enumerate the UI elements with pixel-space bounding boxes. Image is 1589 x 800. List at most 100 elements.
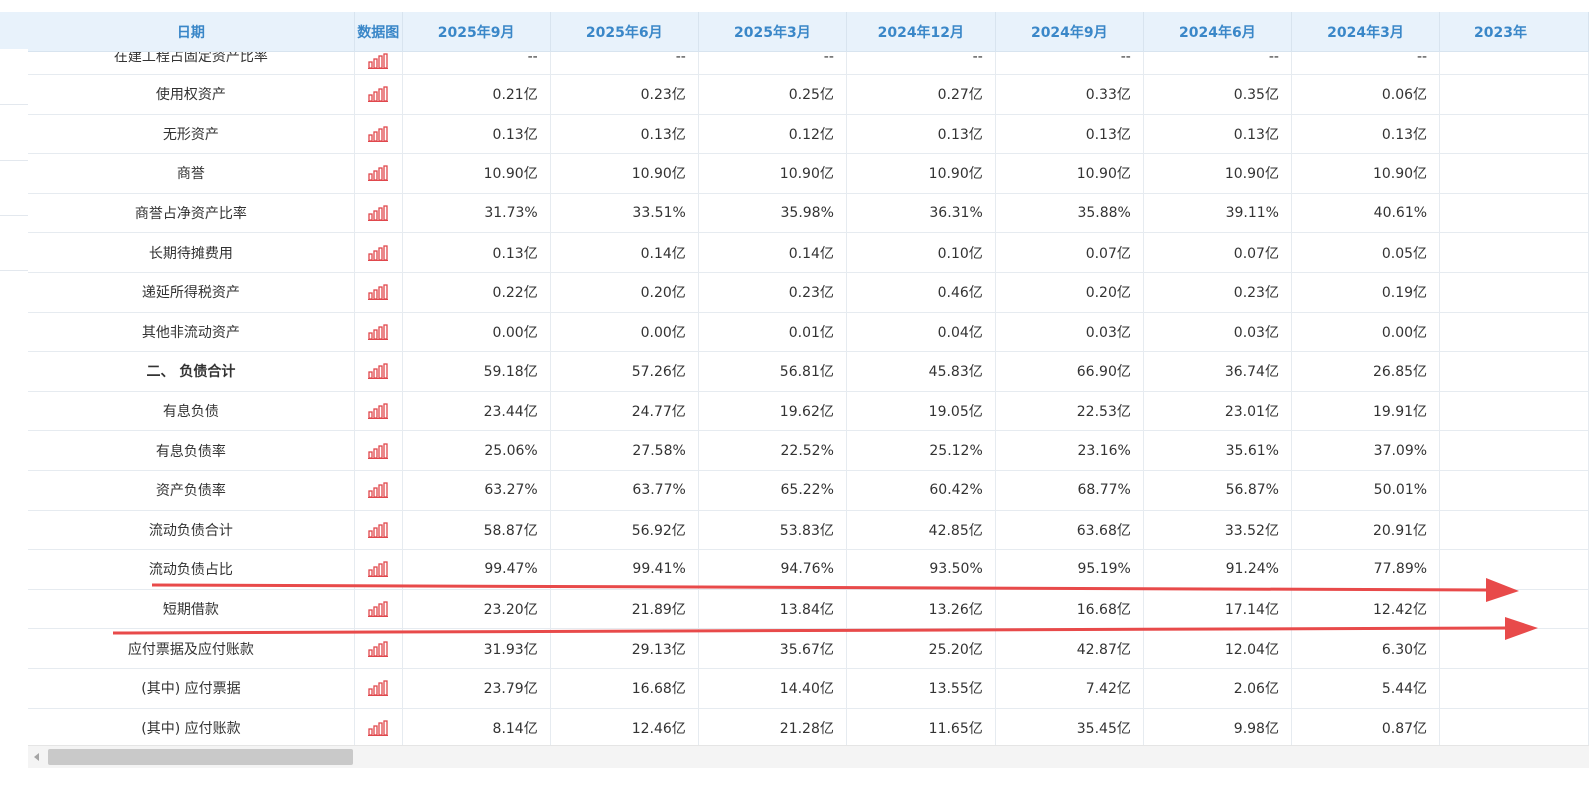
bar-chart-icon[interactable] [354,470,403,511]
table-cell: 16.68亿 [550,668,699,709]
table-cell: 33.52亿 [1143,510,1292,551]
row-label: 商誉 [28,153,355,194]
header-period[interactable]: 2025年3月 [698,12,847,52]
row-label: 在建工程占固定资产比率 [28,51,355,75]
bar-chart-icon[interactable] [354,628,403,669]
table-cell: 0.12亿 [698,114,847,155]
table-cell: 19.91亿 [1291,391,1441,432]
divider [0,160,28,161]
table-cell: -- [995,51,1144,75]
header-period[interactable]: 2025年6月 [550,12,699,52]
table-cell: 42.85亿 [846,510,996,551]
table-cell: 19.62亿 [698,391,847,432]
table-cell: 23.01亿 [1143,391,1292,432]
table-row: (其中) 应付账款 8.14亿 12.46亿 21.28亿 11.65亿 35.45亿 9.… [28,708,1589,745]
table-cell: 17.14亿 [1143,589,1292,630]
bar-chart-icon[interactable] [354,549,403,590]
table-cell: 10.90亿 [846,153,996,194]
row-label: 短期借款 [28,589,355,630]
bar-chart-icon[interactable] [354,51,403,75]
table-cell: 25.06% [402,430,551,471]
row-label: 有息负债 [28,391,355,432]
table-cell: 45.83亿 [846,351,996,392]
header-period[interactable]: 2025年9月 [402,12,551,52]
table-cell: 26.85亿 [1291,351,1441,392]
bar-chart-icon[interactable] [354,510,403,551]
bar-chart-icon[interactable] [354,391,403,432]
table-cell: 99.47% [402,549,551,590]
table-cell: 0.20亿 [995,272,1144,313]
table-cell: -- [550,51,699,75]
table-cell: 22.53亿 [995,391,1144,432]
header-period[interactable]: 2024年12月 [846,12,996,52]
table-cell: 0.13亿 [1143,114,1292,155]
row-label: 递延所得税资产 [28,272,355,313]
bar-chart-icon[interactable] [354,668,403,709]
table-cell [1439,391,1589,432]
arrow-left-icon[interactable] [34,753,39,761]
header-period[interactable]: 2023年 [1439,12,1589,52]
table-cell: 59.18亿 [402,351,551,392]
table-cell [1439,312,1589,353]
header-period[interactable]: 2024年6月 [1143,12,1292,52]
table-cell: -- [1291,51,1441,75]
scroll-thumb[interactable] [48,749,353,765]
table-row: (其中) 应付票据 23.79亿 16.68亿 14.40亿 13.55亿 7.42亿 2.… [28,668,1589,709]
bar-chart-icon[interactable] [354,312,403,353]
table-cell: 16.68亿 [995,589,1144,630]
bar-chart-icon[interactable] [354,193,403,234]
table-row: 商誉 10.90亿 10.90亿 10.90亿 10.90亿 10.90亿 10.90亿 10… [28,153,1589,194]
table-cell: 6.30亿 [1291,628,1441,669]
table-cell: -- [846,51,996,75]
table-cell: 0.20亿 [550,272,699,313]
table-cell [1439,153,1589,194]
table-cell: 19.05亿 [846,391,996,432]
table-row: 递延所得税资产 0.22亿 0.20亿 0.23亿 0.46亿 0.20亿 0.23亿 0.1… [28,272,1589,313]
bar-chart-icon[interactable] [354,708,403,745]
row-label: (其中) 应付账款 [28,708,355,745]
bar-chart-icon[interactable] [354,430,403,471]
table-cell: 0.87亿 [1291,708,1441,745]
horizontal-scrollbar[interactable] [28,745,1589,768]
table-cell: 35.88% [995,193,1144,234]
table-cell: 0.23亿 [1143,272,1292,313]
table-cell: 12.46亿 [550,708,699,745]
table-cell: 37.09% [1291,430,1441,471]
table-cell: 58.87亿 [402,510,551,551]
table-cell: 0.21亿 [402,74,551,115]
table-cell: 94.76% [698,549,847,590]
table-cell: 36.31% [846,193,996,234]
table-cell: 0.07亿 [995,232,1144,273]
table-cell: 39.11% [1143,193,1292,234]
table-cell: 0.14亿 [550,232,699,273]
table-cell: 23.16% [995,430,1144,471]
table-cell: 91.24% [1143,549,1292,590]
table-cell: 12.04亿 [1143,628,1292,669]
bar-chart-icon[interactable] [354,351,403,392]
bar-chart-icon[interactable] [354,272,403,313]
table-cell: 7.42亿 [995,668,1144,709]
table-cell: 40.61% [1291,193,1441,234]
table-cell: 27.58% [550,430,699,471]
bar-chart-icon[interactable] [354,114,403,155]
table-cell: 36.74亿 [1143,351,1292,392]
table-cell [1439,708,1589,745]
table-cell: 13.55亿 [846,668,996,709]
bar-chart-icon[interactable] [354,232,403,273]
header-period[interactable]: 2024年3月 [1291,12,1441,52]
table-cell: 66.90亿 [995,351,1144,392]
table-cell [1439,351,1589,392]
table-row: 在建工程占固定资产比率 -- -- -- -- -- -- -- [28,51,1589,75]
table-cell: 21.89亿 [550,589,699,630]
bar-chart-icon[interactable] [354,589,403,630]
table-cell: 10.90亿 [698,153,847,194]
table-cell: 9.98亿 [1143,708,1292,745]
bar-chart-icon[interactable] [354,153,403,194]
table-cell: 0.00亿 [1291,312,1441,353]
table-cell [1439,74,1589,115]
header-period[interactable]: 2024年9月 [995,12,1144,52]
header-date: 日期 [28,12,355,52]
table-row: 资产负债率 63.27% 63.77% 65.22% 60.42% 68.77% 56.87… [28,470,1589,511]
bar-chart-icon[interactable] [354,74,403,115]
divider [0,104,28,105]
